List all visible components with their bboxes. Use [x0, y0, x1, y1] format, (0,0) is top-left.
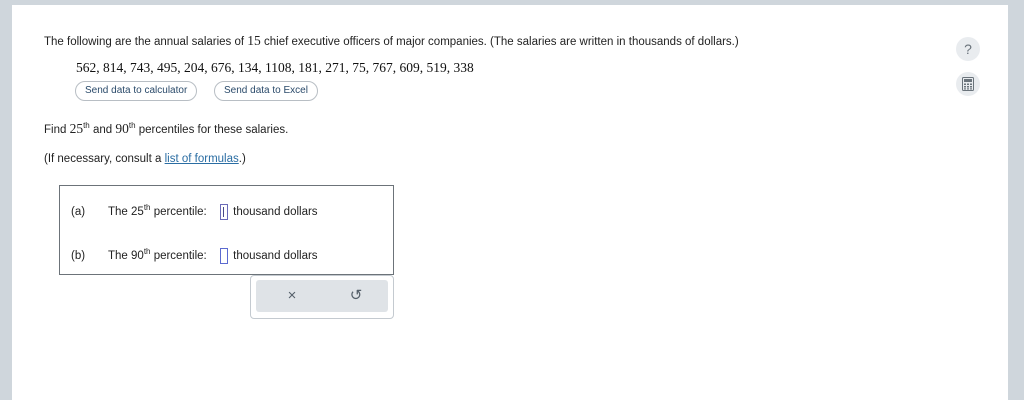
part-b-sup: th: [143, 247, 151, 256]
question-text-end: chief executive officers of major compan…: [264, 36, 739, 48]
answer-row-b: (b) The 90th percentile: thousand dollar…: [71, 247, 318, 264]
part-a-sup: th: [143, 203, 151, 212]
question-count: 15: [247, 33, 261, 48]
find-instruction: Find 25th and 90th percentiles for these…: [44, 121, 288, 137]
send-to-calculator-button[interactable]: Send data to calculator: [75, 81, 198, 101]
find-and: and: [92, 124, 113, 136]
part-a-label: (a): [71, 205, 86, 218]
question-text: The following are the annual salaries of…: [44, 33, 739, 49]
part-b-label: (b): [71, 249, 86, 262]
salary-data: 562, 814, 743, 495, 204, 676, 134, 1108,…: [76, 60, 474, 75]
part-a-after: percentile:: [153, 205, 207, 218]
answer-box: (a) The 25th percentile: thousand dollar…: [59, 185, 394, 275]
consult-suffix: .): [238, 153, 246, 165]
percentile-1: 25: [69, 121, 84, 136]
part-a-text: The 25: [108, 205, 144, 218]
part-b-input[interactable]: [219, 247, 228, 264]
part-a-input[interactable]: [219, 203, 228, 220]
calculator-glyph: [962, 77, 974, 91]
part-a-unit: thousand dollars: [233, 205, 318, 218]
percentile-2: 90: [115, 121, 129, 136]
consult-note: (If necessary, consult a list of formula…: [44, 153, 246, 165]
clear-icon[interactable]: ×: [282, 286, 302, 306]
percentile-2-suffix: th: [128, 121, 136, 131]
part-b-after: percentile:: [153, 249, 207, 262]
find-prefix: Find: [44, 124, 67, 136]
find-suffix: percentiles for these salaries.: [138, 124, 289, 136]
part-b-text: The 90: [108, 249, 144, 262]
answer-tools: × ↺: [250, 275, 394, 319]
help-icon[interactable]: ?: [956, 37, 980, 61]
question-text-start: The following are the annual salaries of: [44, 36, 245, 48]
part-b-unit: thousand dollars: [233, 249, 318, 262]
answer-row-a: (a) The 25th percentile: thousand dollar…: [71, 203, 318, 220]
calculator-icon[interactable]: [956, 72, 980, 96]
undo-icon[interactable]: ↺: [346, 286, 366, 306]
percentile-1-suffix: th: [83, 121, 90, 131]
answer-tools-inner: × ↺: [256, 280, 388, 312]
formulas-link[interactable]: list of formulas: [165, 153, 239, 165]
send-to-excel-button[interactable]: Send data to Excel: [214, 81, 318, 101]
consult-prefix: (If necessary, consult a: [44, 153, 162, 165]
